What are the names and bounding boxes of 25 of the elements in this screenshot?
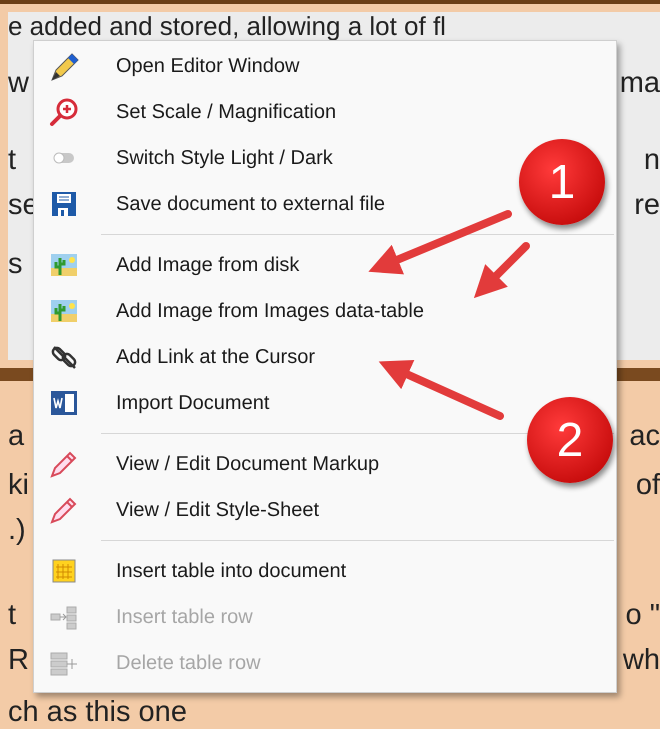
- magnifier-plus-icon: [48, 96, 80, 128]
- menu-item[interactable]: Set Scale / Magnification: [36, 89, 614, 135]
- menu-item[interactable]: Add Link at the Cursor: [36, 334, 614, 380]
- document-text: re: [634, 188, 660, 223]
- document-text: t: [8, 143, 16, 178]
- document-text: R: [8, 643, 29, 678]
- document-text: t: [8, 598, 16, 633]
- menu-item[interactable]: View / Edit Style-Sheet: [36, 487, 614, 533]
- document-text: w: [8, 66, 29, 101]
- menu-item[interactable]: Add Image from disk: [36, 242, 614, 288]
- document-text: ma: [620, 66, 660, 101]
- document-text: n: [644, 143, 660, 178]
- document-text: o ": [626, 598, 660, 633]
- document-text: a: [8, 419, 24, 454]
- document-text: wh: [622, 643, 660, 678]
- document-text: .): [8, 513, 26, 548]
- menu-item[interactable]: Insert table into document: [36, 548, 614, 594]
- document-text: of: [636, 468, 660, 503]
- menu-item[interactable]: Open Editor Window: [36, 43, 614, 89]
- document-text: ch as this one: [8, 695, 187, 729]
- menu-item[interactable]: Add Image from Images data-table: [36, 288, 614, 334]
- document-text: s: [8, 247, 22, 282]
- document-text: ac: [629, 419, 660, 454]
- document-text: ki: [8, 468, 29, 503]
- document-text: e added and stored, allowing a lot of fl: [8, 13, 446, 39]
